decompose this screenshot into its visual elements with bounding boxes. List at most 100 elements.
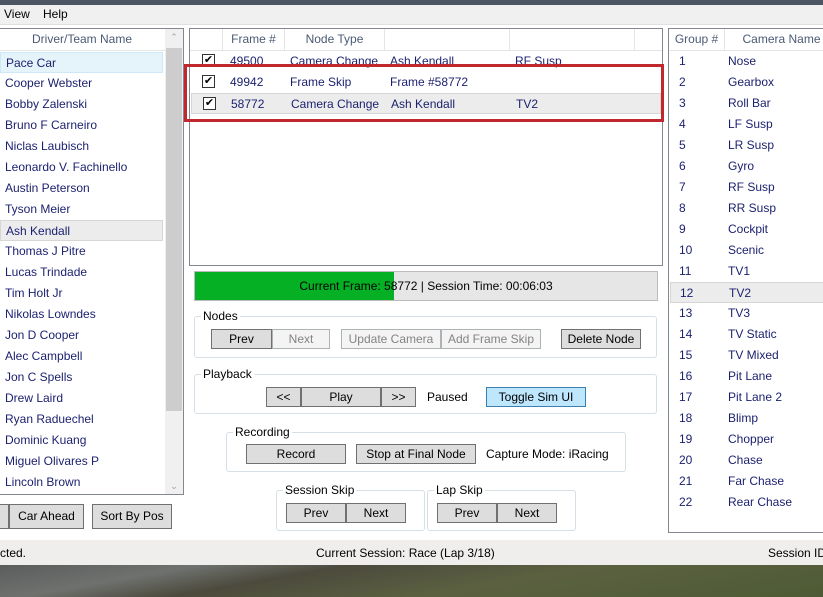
driver-list-item[interactable]: Lincoln Brown: [0, 472, 163, 493]
driver-list-item[interactable]: Drew Laird: [0, 388, 163, 409]
scroll-up-icon[interactable]: ⌃: [165, 29, 183, 45]
driver-list-item[interactable]: Miguel Olivares P: [0, 451, 163, 472]
camera-list-item[interactable]: 9 Cockpit: [670, 219, 823, 240]
sort-by-pos-button[interactable]: Sort By Pos: [92, 504, 172, 529]
node-enabled-checkbox[interactable]: ✔: [202, 54, 215, 67]
driver-list-item[interactable]: Ryan Raduechel: [0, 409, 163, 430]
node-table-row[interactable]: ✔ 49500 Camera Change Ash Kendall RF Susp: [191, 51, 661, 72]
node-enabled-checkbox[interactable]: ✔: [202, 75, 215, 88]
camera-list-item[interactable]: 16 Pit Lane: [670, 366, 823, 387]
driver-list-item[interactable]: Austin Peterson: [0, 178, 163, 199]
update-camera-button[interactable]: Update Camera: [341, 329, 441, 349]
progress-text: Current Frame: 58772 | Session Time: 00:…: [299, 279, 553, 293]
camera-name: Far Chase: [728, 474, 785, 488]
camera-list-item[interactable]: 4 LF Susp: [670, 114, 823, 135]
col-camera[interactable]: [510, 29, 635, 51]
driver-list-item[interactable]: Jon C Spells: [0, 367, 163, 388]
play-button[interactable]: Play: [301, 387, 381, 407]
stop-at-final-node-button[interactable]: Stop at Final Node: [356, 444, 476, 464]
node-prev-button[interactable]: Prev: [211, 329, 272, 349]
driver-list-item[interactable]: Pace Car: [0, 52, 163, 73]
driver-list-item[interactable]: Thomas J Pitre: [0, 241, 163, 262]
camera-list-item[interactable]: 10 Scenic: [670, 240, 823, 261]
camera-list-item[interactable]: 12 TV2: [670, 282, 823, 303]
col-target[interactable]: [385, 29, 510, 51]
scrollbar-thumb[interactable]: [166, 48, 182, 411]
record-button[interactable]: Record: [246, 444, 346, 464]
col-node-type[interactable]: Node Type: [285, 29, 385, 51]
driver-list-item[interactable]: Leonardo V. Fachinello: [0, 157, 163, 178]
driver-list-item[interactable]: Bobby Zalenski: [0, 94, 163, 115]
driver-list-item[interactable]: Niclas Laubisch: [0, 136, 163, 157]
camera-list-item[interactable]: 11 TV1: [670, 261, 823, 282]
camera-group-number: 9: [679, 222, 686, 236]
menu-help[interactable]: Help: [43, 7, 68, 21]
menu-view[interactable]: View: [4, 7, 30, 21]
camera-list-item[interactable]: 18 Blimp: [670, 408, 823, 429]
camera-list-item[interactable]: 22 Rear Chase: [670, 492, 823, 513]
driver-list[interactable]: Driver/Team Name Pace Car Cooper Webster B…: [0, 28, 184, 495]
camera-name: Blimp: [728, 411, 759, 425]
col-camera-name[interactable]: Camera Name: [725, 29, 823, 51]
camera-list-item[interactable]: 20 Chase: [670, 450, 823, 471]
camera-group-number: 10: [679, 243, 693, 257]
lap-prev-button[interactable]: Prev: [437, 503, 497, 523]
camera-list-item[interactable]: 2 Gearbox: [670, 72, 823, 93]
camera-list-item[interactable]: 8 RR Susp: [670, 198, 823, 219]
camera-group-number: 12: [680, 286, 694, 300]
camera-list-item[interactable]: 21 Far Chase: [670, 471, 823, 492]
rewind-button[interactable]: <<: [266, 387, 301, 407]
camera-list-item[interactable]: 15 TV Mixed: [670, 345, 823, 366]
driver-header-name[interactable]: Driver/Team Name: [0, 29, 165, 51]
session-prev-button[interactable]: Prev: [286, 503, 346, 523]
driver-list-item[interactable]: Alec Campbell: [0, 346, 163, 367]
col-group[interactable]: Group #: [669, 29, 725, 51]
camera-list-item[interactable]: 19 Chopper: [670, 429, 823, 450]
camera-name: TV3: [728, 306, 751, 320]
driver-list-item[interactable]: Nikolas Lowndes: [0, 304, 163, 325]
forward-button[interactable]: >>: [381, 387, 416, 407]
add-frame-skip-button[interactable]: Add Frame Skip: [441, 329, 541, 349]
driver-list-item[interactable]: Tyson Meier: [0, 199, 163, 220]
node-enabled-checkbox[interactable]: ✔: [203, 97, 216, 110]
camera-list-item[interactable]: 1 Nose: [670, 51, 823, 72]
node-frame-cell: 49942: [230, 75, 264, 89]
driver-list-item[interactable]: Tim Holt Jr: [0, 283, 163, 304]
camera-list-item[interactable]: 17 Pit Lane 2: [670, 387, 823, 408]
driver-list-item[interactable]: Jon D Cooper: [0, 325, 163, 346]
node-type-cell: Camera Change: [290, 54, 379, 68]
camera-list-item[interactable]: 14 TV Static: [670, 324, 823, 345]
scroll-down-icon[interactable]: ⌄: [165, 478, 183, 494]
camera-group-number: 8: [679, 201, 686, 215]
camera-list-item[interactable]: 13 TV3: [670, 303, 823, 324]
desktop-background: [0, 565, 823, 597]
nodes-table[interactable]: Frame # Node Type ✔ 49500 Camera Change Ash…: [189, 28, 663, 266]
camera-list[interactable]: Group # Camera Name 1 Nose 2 Gearbox 3 Roll B…: [668, 28, 823, 533]
node-table-row[interactable]: ✔ 49942 Frame Skip Frame #58772: [191, 72, 661, 93]
driver-list-item[interactable]: Bruno F Carneiro: [0, 115, 163, 136]
status-session-id: Session ID: [768, 546, 823, 560]
camera-list-item[interactable]: 3 Roll Bar: [670, 93, 823, 114]
camera-list-item[interactable]: 7 RF Susp: [670, 177, 823, 198]
node-camera-cell: RF Susp: [515, 54, 562, 68]
car-behind-button-partial[interactable]: [0, 504, 9, 529]
status-session: Current Session: Race (Lap 3/18): [316, 546, 495, 560]
driver-list-item[interactable]: Dominic Kuang: [0, 430, 163, 451]
driver-list-item[interactable]: Cooper Webster: [0, 73, 163, 94]
lap-next-button[interactable]: Next: [497, 503, 557, 523]
camera-list-item[interactable]: 6 Gyro: [670, 156, 823, 177]
driver-list-header: Driver/Team Name: [0, 29, 165, 51]
driver-list-item[interactable]: Lucas Trindade: [0, 262, 163, 283]
car-ahead-button[interactable]: Car Ahead: [9, 504, 84, 529]
toggle-sim-ui-button[interactable]: Toggle Sim UI: [486, 387, 586, 407]
session-next-button[interactable]: Next: [346, 503, 406, 523]
delete-node-button[interactable]: Delete Node: [561, 329, 641, 349]
driver-list-scrollbar[interactable]: ⌃ ⌄: [165, 29, 183, 494]
camera-list-item[interactable]: 5 LR Susp: [670, 135, 823, 156]
camera-name: Pit Lane 2: [728, 390, 783, 404]
col-frame[interactable]: Frame #: [223, 29, 285, 51]
node-table-row[interactable]: ✔ 58772 Camera Change Ash Kendall TV2: [191, 93, 661, 114]
driver-list-item[interactable]: Ash Kendall: [0, 220, 163, 241]
node-next-button[interactable]: Next: [272, 329, 330, 349]
col-enabled[interactable]: [190, 29, 223, 51]
